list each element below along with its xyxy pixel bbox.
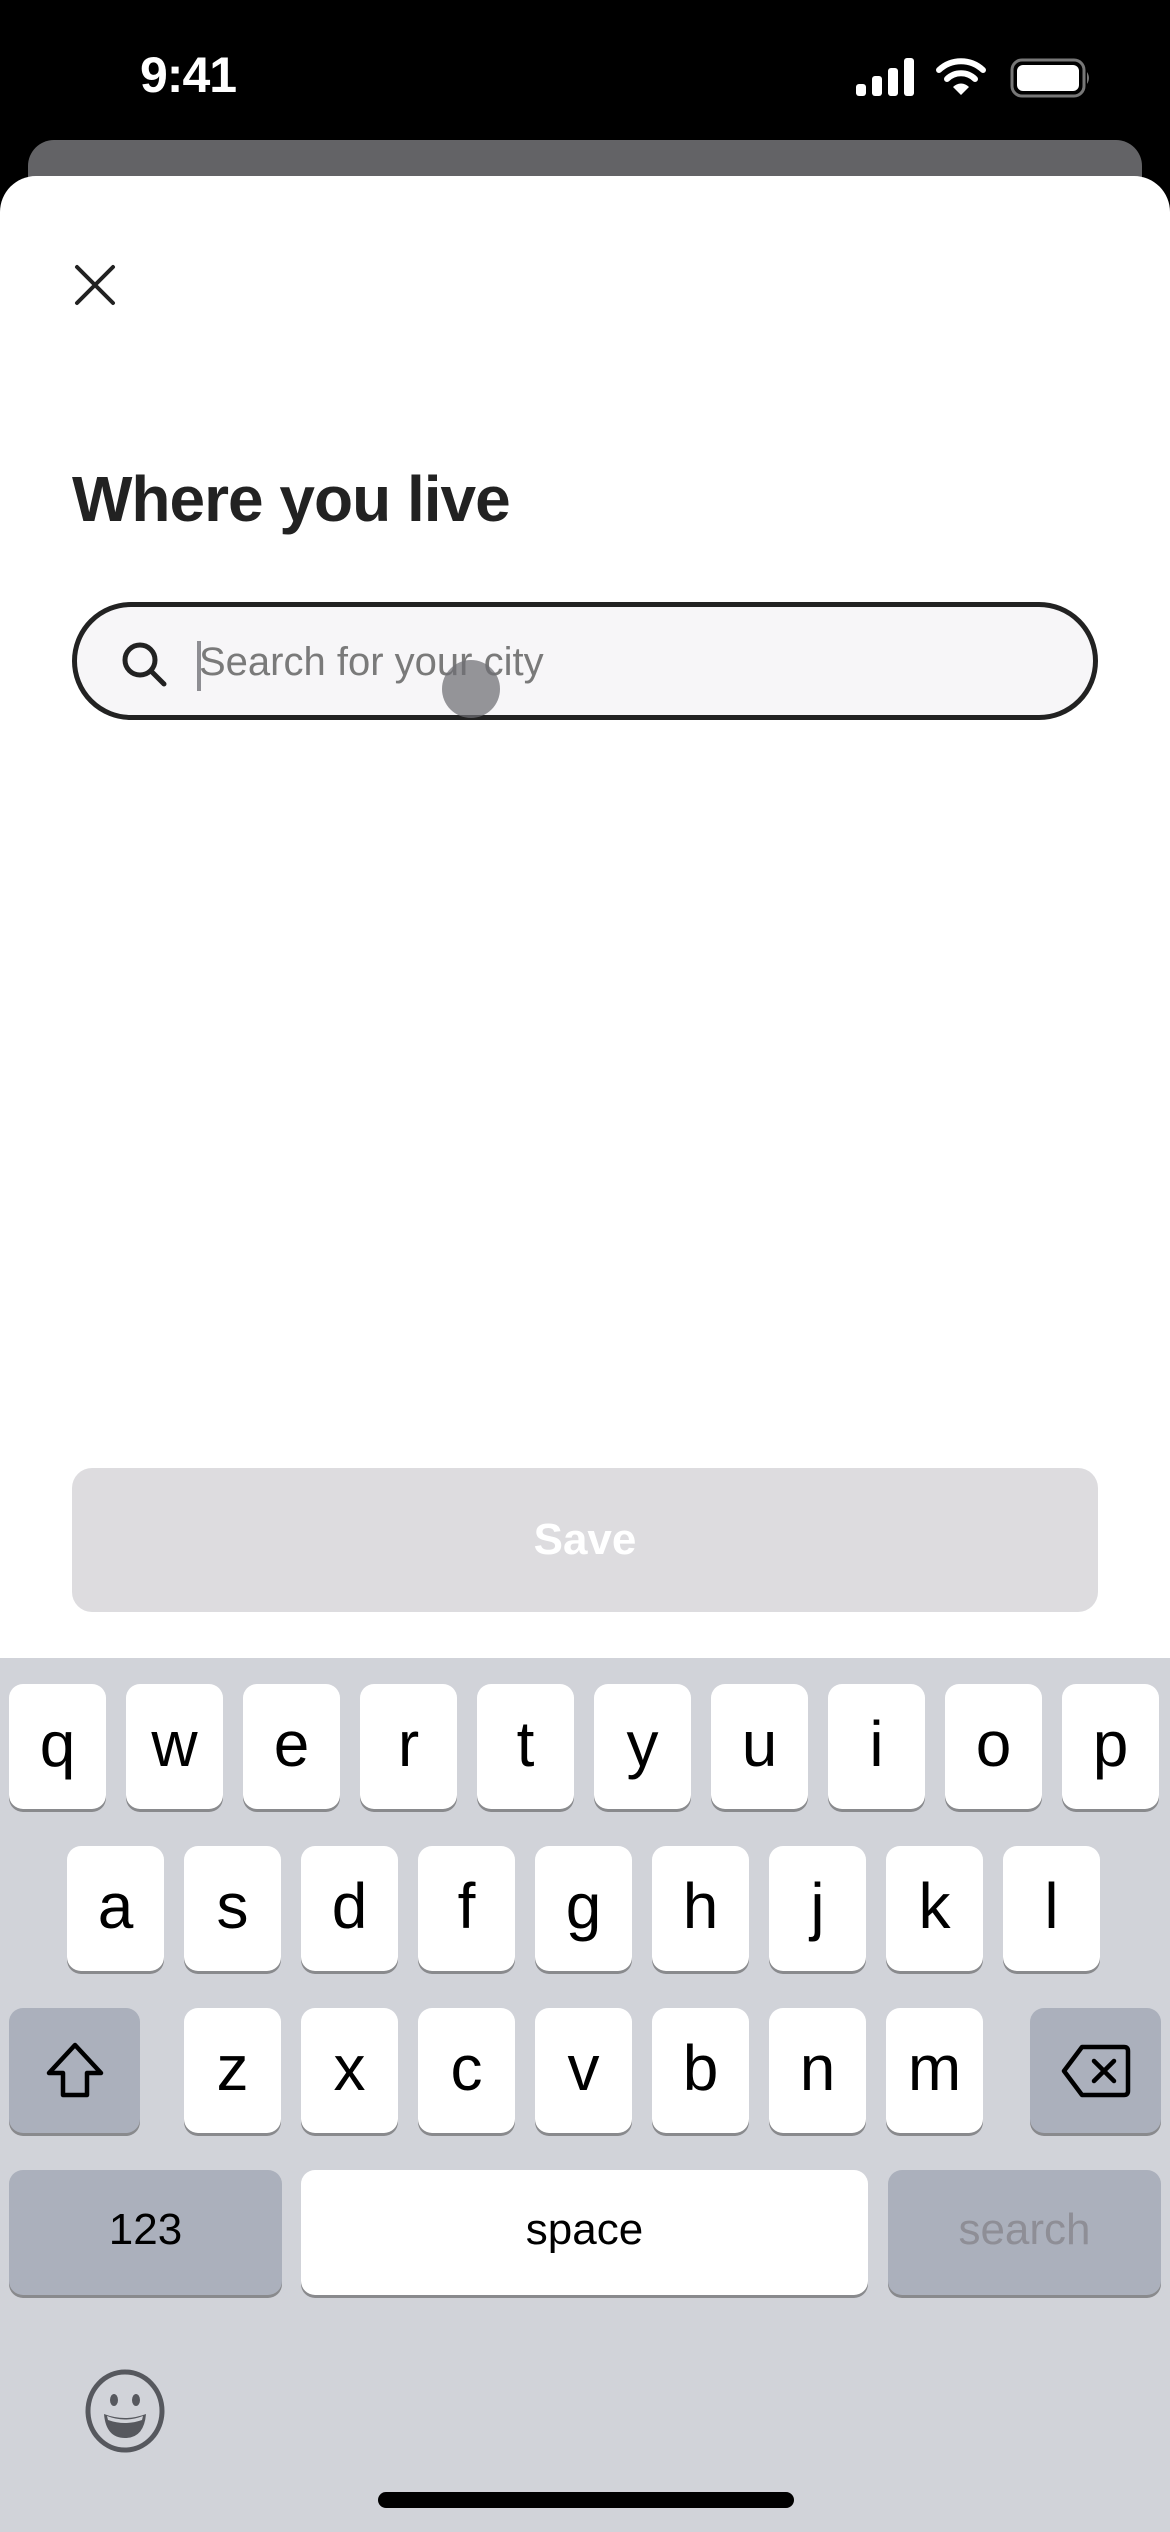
key-r[interactable]: r <box>360 1684 457 1809</box>
numbers-key[interactable]: 123 <box>9 2170 282 2295</box>
search-return-key[interactable]: search <box>888 2170 1161 2295</box>
shift-icon <box>46 2042 103 2097</box>
location-sheet: Where you live Save <box>0 176 1170 1676</box>
city-search-input[interactable] <box>199 629 1059 695</box>
delete-key[interactable] <box>1030 2008 1161 2133</box>
city-search-field[interactable] <box>72 602 1098 720</box>
touch-indicator <box>442 660 500 718</box>
key-a[interactable]: a <box>67 1846 164 1971</box>
key-k[interactable]: k <box>886 1846 983 1971</box>
key-t[interactable]: t <box>477 1684 574 1809</box>
space-key[interactable]: space <box>301 2170 868 2295</box>
key-v[interactable]: v <box>535 2008 632 2133</box>
wifi-icon <box>936 58 986 95</box>
key-b[interactable]: b <box>652 2008 749 2133</box>
key-d[interactable]: d <box>301 1846 398 1971</box>
key-h[interactable]: h <box>652 1846 749 1971</box>
key-q[interactable]: q <box>9 1684 106 1809</box>
key-y[interactable]: y <box>594 1684 691 1809</box>
key-i[interactable]: i <box>828 1684 925 1809</box>
shift-key[interactable] <box>9 2008 140 2133</box>
key-z[interactable]: z <box>184 2008 281 2133</box>
key-c[interactable]: c <box>418 2008 515 2133</box>
status-time: 9:41 <box>140 47 237 103</box>
key-g[interactable]: g <box>535 1846 632 1971</box>
emoji-icon[interactable] <box>82 2368 168 2454</box>
delete-icon <box>1061 2044 1130 2097</box>
keyboard: q w e r t y u i o p a s d f g h j k l z … <box>0 1658 1170 2532</box>
key-n[interactable]: n <box>769 2008 866 2133</box>
key-l[interactable]: l <box>1003 1846 1100 1971</box>
key-f[interactable]: f <box>418 1846 515 1971</box>
text-caret <box>197 641 201 691</box>
search-icon <box>122 642 167 687</box>
key-x[interactable]: x <box>301 2008 398 2133</box>
key-o[interactable]: o <box>945 1684 1042 1809</box>
key-m[interactable]: m <box>886 2008 983 2133</box>
key-u[interactable]: u <box>711 1684 808 1809</box>
key-s[interactable]: s <box>184 1846 281 1971</box>
key-e[interactable]: e <box>243 1684 340 1809</box>
page-title: Where you live <box>72 463 511 535</box>
key-j[interactable]: j <box>769 1846 866 1971</box>
key-w[interactable]: w <box>126 1684 223 1809</box>
battery-icon <box>1010 58 1089 98</box>
cellular-signal-icon <box>856 58 914 96</box>
close-icon <box>75 265 115 305</box>
key-p[interactable]: p <box>1062 1684 1159 1809</box>
status-bar: 9:41 <box>0 0 1170 140</box>
home-indicator <box>378 2492 794 2508</box>
save-button[interactable]: Save <box>72 1468 1098 1612</box>
close-button[interactable] <box>60 250 130 320</box>
